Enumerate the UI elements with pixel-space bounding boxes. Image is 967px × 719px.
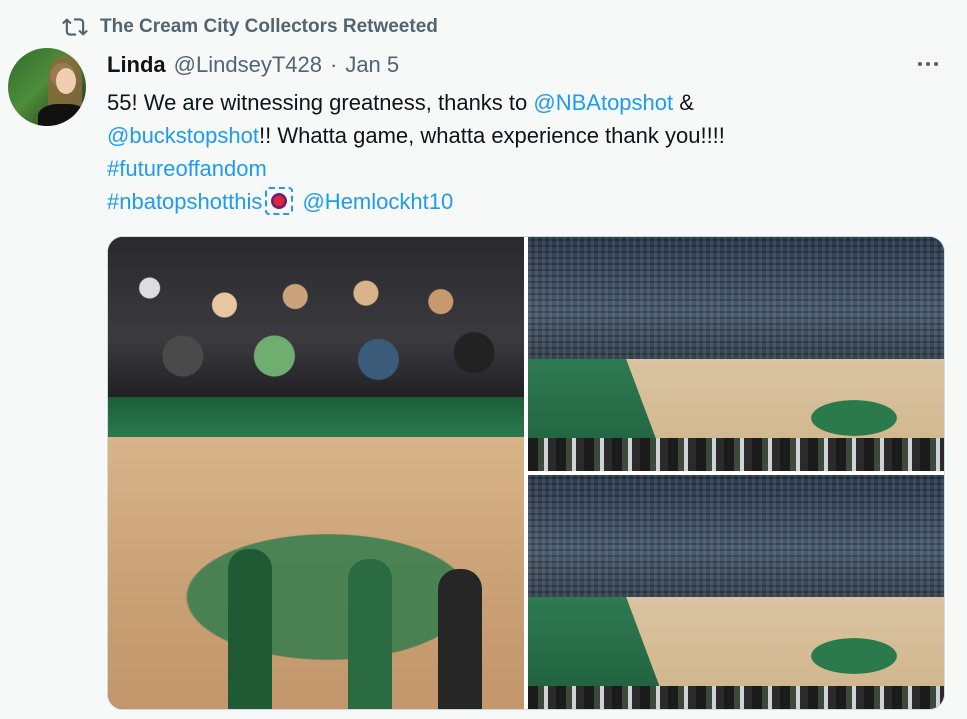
text-segment: !! Whatta game, whatta experience thank … (258, 123, 725, 148)
tweet-header: Linda @LindseyT428 · Jan 5 (107, 50, 399, 80)
retweet-label[interactable]: The Cream City Collectors Retweeted (100, 16, 438, 38)
more-options-button[interactable] (913, 52, 943, 76)
retweet-icon (62, 18, 88, 36)
avatar[interactable] (8, 48, 86, 126)
mention-hemlockht10[interactable]: @Hemlockht10 (302, 189, 453, 214)
author-name[interactable]: Linda (107, 52, 166, 78)
tweet-date[interactable]: Jan 5 (345, 52, 399, 78)
tweet-text: 55! We are witnessing greatness, thanks … (107, 86, 927, 218)
hashtag-futureoffandom[interactable]: #futureoffandom (107, 156, 267, 181)
text-segment: 55! We are witnessing greatness, thanks … (107, 90, 534, 115)
author-handle[interactable]: @LindseyT428 (174, 52, 322, 78)
separator-dot: · (329, 52, 338, 77)
tweet-line-3: #futureoffandom (107, 152, 927, 185)
photo-arena-2[interactable] (528, 475, 944, 709)
tweet-line-2: @buckstopshot!! Whatta game, whatta expe… (107, 119, 927, 152)
basketball-hashflag-icon (265, 187, 294, 215)
text-segment: & (673, 90, 694, 115)
photo-courtside[interactable] (108, 237, 524, 709)
retweet-context: The Cream City Collectors Retweeted (62, 14, 438, 40)
photo-arena-1[interactable] (528, 237, 944, 471)
mention-buckstopshot[interactable]: @buckstopshot (107, 123, 259, 148)
hashtag-nbatopshotthis[interactable]: #nbatopshotthis (107, 189, 262, 214)
mention-nbatopshot[interactable]: @NBAtopshot (533, 90, 673, 115)
media-grid (107, 236, 945, 710)
tweet-line-4: #nbatopshotthis @Hemlockht10 (107, 185, 927, 218)
more-dots-icon (918, 62, 922, 66)
tweet-line-1: 55! We are witnessing greatness, thanks … (107, 86, 927, 119)
